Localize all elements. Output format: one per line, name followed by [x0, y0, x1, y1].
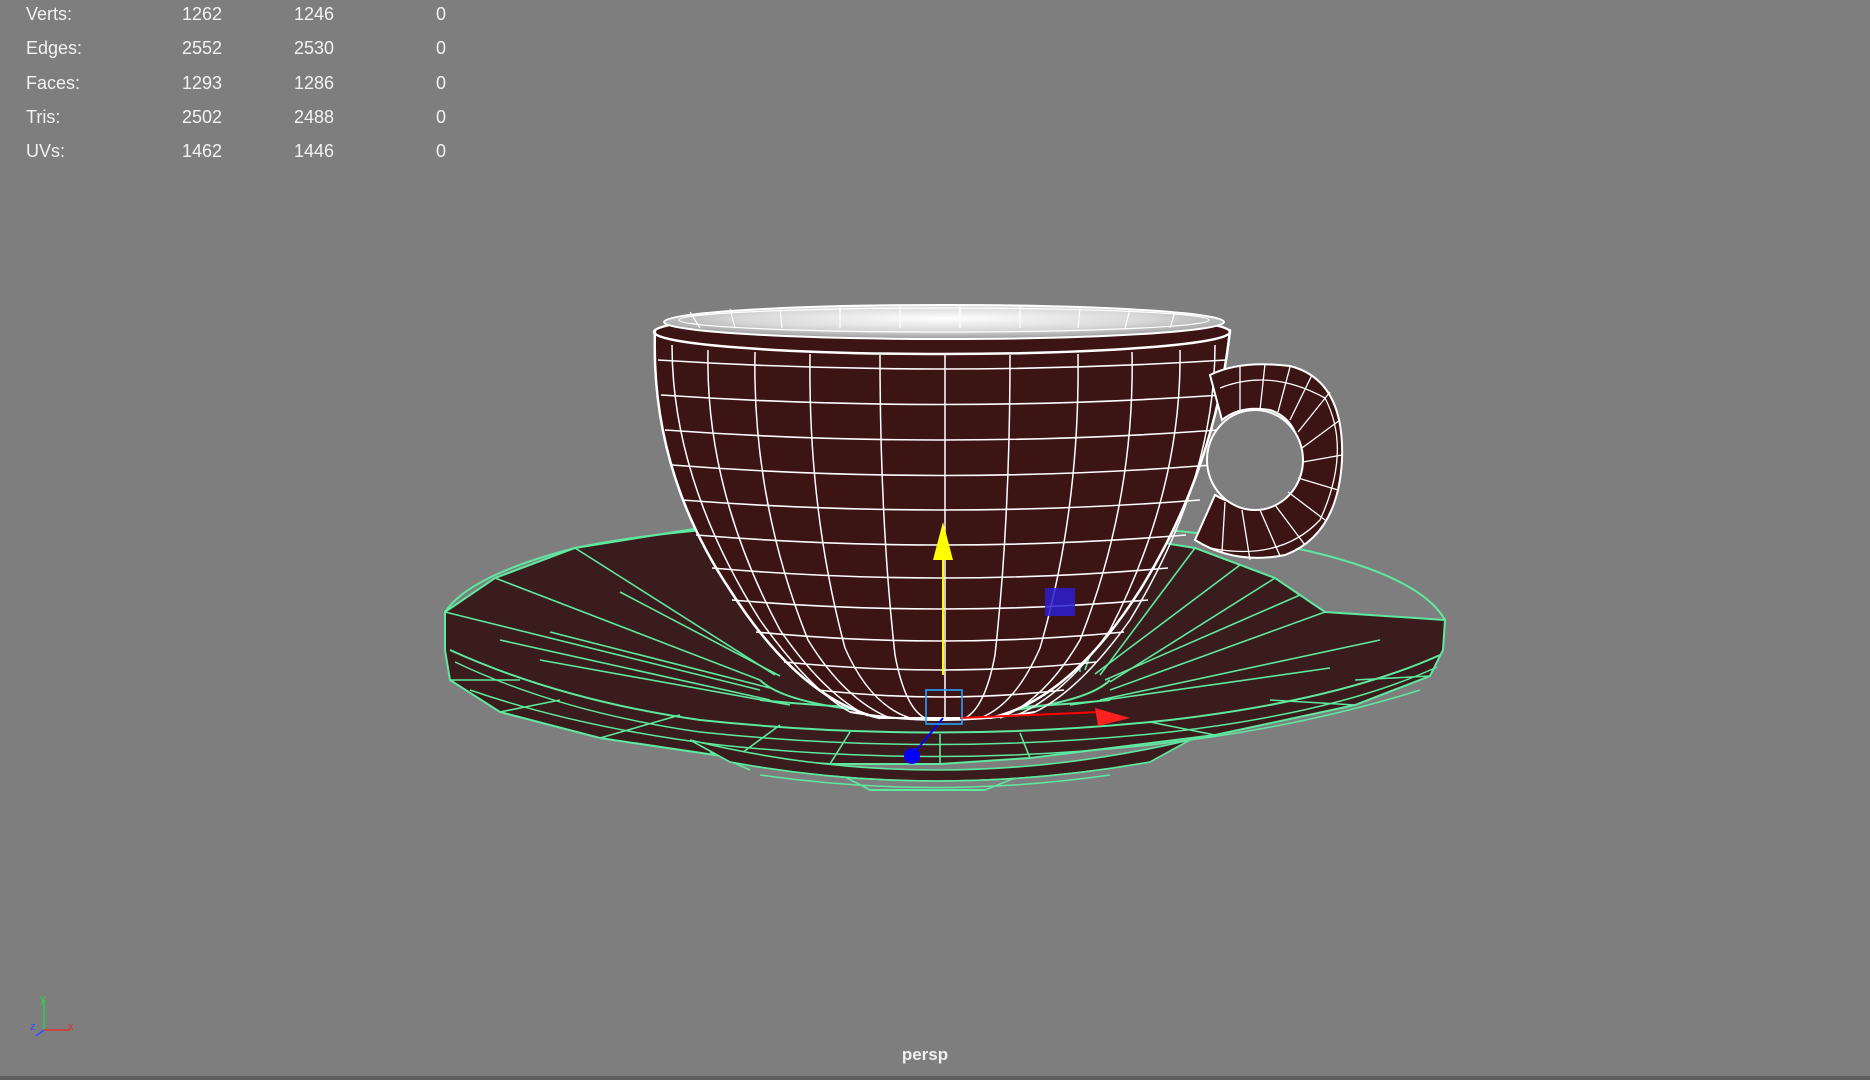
- teacup-handle-mesh[interactable]: [1193, 363, 1344, 561]
- persp-viewport[interactable]: Verts: 1262 1246 0 Edges: 2552 2530 0 Fa…: [0, 0, 1870, 1080]
- viewport-bottom-edge: [0, 1076, 1870, 1080]
- manip-plane-handle[interactable]: [1045, 588, 1075, 616]
- axis-y-label: y: [40, 993, 46, 1005]
- manip-z-handle[interactable]: [904, 748, 920, 764]
- axis-x-label: x: [68, 1021, 74, 1033]
- axis-gizmo: y x z: [30, 993, 74, 1037]
- scene-render[interactable]: [0, 0, 1870, 1080]
- camera-name-label: persp: [901, 1045, 949, 1064]
- axis-z-label: z: [30, 1021, 36, 1033]
